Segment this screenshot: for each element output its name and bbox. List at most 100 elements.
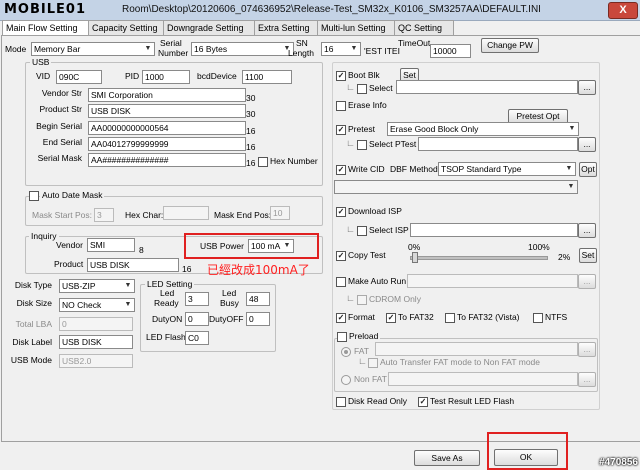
tab-multi-lun-setting[interactable]: Multi-lun Setting <box>317 20 397 35</box>
tab-downgrade-setting[interactable]: Downgrade Setting <box>163 20 257 35</box>
fat-browse-button[interactable]: ... <box>578 342 596 357</box>
disk-size-label: Disk Size <box>16 298 52 308</box>
auto-run-browse-button[interactable]: ... <box>578 274 596 289</box>
mask-start-pos-input[interactable]: 3 <box>94 208 114 222</box>
bcd-device-input[interactable]: 1100 <box>242 70 292 84</box>
serial-mask-label: Serial Mask <box>37 153 82 163</box>
isp-browse-button[interactable]: ... <box>578 223 596 238</box>
inquiry-group-label: Inquiry <box>29 231 59 241</box>
sn-length-select[interactable]: 16 ▼ <box>321 42 361 56</box>
tab-main-flow-setting[interactable]: Main Flow Setting <box>2 20 90 36</box>
pretest-checkbox[interactable]: ✓ <box>336 125 346 135</box>
boot-blk-path-input[interactable] <box>396 80 578 94</box>
watermark: #470856 <box>599 457 638 468</box>
to-fat32-vista-label: To FAT32 (Vista) <box>457 312 520 322</box>
save-as-button[interactable]: Save As <box>414 450 480 466</box>
non-fat-path-input[interactable] <box>388 372 578 386</box>
copy-test-slider-thumb[interactable] <box>412 252 418 263</box>
select-isp-checkbox[interactable] <box>357 226 367 236</box>
to-fat32-vista-checkbox[interactable] <box>445 313 455 323</box>
serial-mask-input[interactable]: AA############## <box>88 153 246 167</box>
vid-label: VID <box>36 71 51 81</box>
disk-read-only-checkbox[interactable] <box>336 397 346 407</box>
led-ready-label-2: Ready <box>154 298 179 308</box>
disk-type-select[interactable]: USB-ZIP ▼ <box>59 279 135 293</box>
write-cid-checkbox[interactable]: ✓ <box>336 165 346 175</box>
duty-on-input[interactable]: 0 <box>185 312 209 326</box>
auto-transfer-checkbox[interactable] <box>368 358 378 368</box>
dbf-method-select[interactable]: TSOP Standard Type ▼ <box>438 162 576 176</box>
boot-blk-browse-button[interactable]: ... <box>578 80 596 95</box>
fat-radio[interactable] <box>341 347 351 357</box>
mobile01-logo: MOBILE01 <box>4 2 86 17</box>
mask-end-pos-input[interactable]: 10 <box>270 206 290 220</box>
preload-checkbox[interactable] <box>337 332 347 342</box>
inquiry-product-input[interactable]: USB DISK <box>87 258 179 272</box>
sn-length-value: 16 <box>324 44 334 54</box>
copy-test-set-button[interactable]: Set <box>579 248 597 263</box>
preload-label: Preload <box>347 331 381 341</box>
mode-select[interactable]: Memory Bar ▼ <box>31 42 155 56</box>
serial-number-label-2: Number <box>158 48 189 58</box>
disk-type-label: Disk Type <box>14 280 52 290</box>
pid-input[interactable]: 1000 <box>142 70 190 84</box>
ntfs-checkbox[interactable] <box>533 313 543 323</box>
change-pw-button[interactable]: Change PW <box>481 38 539 53</box>
erase-info-checkbox[interactable] <box>336 101 346 111</box>
serial-number-select[interactable]: 16 Bytes ▼ <box>191 42 294 56</box>
copy-test-slider[interactable] <box>410 256 548 260</box>
ptest-path-input[interactable] <box>418 137 578 151</box>
make-auto-run-checkbox[interactable] <box>336 277 346 287</box>
select-ptest-checkbox[interactable] <box>357 140 367 150</box>
tab-extra-setting[interactable]: Extra Setting <box>254 20 320 35</box>
make-auto-run-label: Make Auto Run <box>348 276 407 286</box>
boot-blk-checkbox[interactable]: ✓ <box>336 71 346 81</box>
begin-serial-input[interactable]: AA00000000000564 <box>88 121 246 135</box>
vendor-str-input[interactable]: SMI Corporation <box>88 88 246 102</box>
ptest-browse-button[interactable]: ... <box>578 137 596 152</box>
sn-length-label-2: Length <box>288 48 314 58</box>
isp-path-input[interactable] <box>410 223 578 237</box>
led-flash-input[interactable]: C0 <box>185 331 209 345</box>
pid-label: PID <box>125 71 140 81</box>
to-fat32-checkbox[interactable]: ✓ <box>386 313 396 323</box>
select-ptest-label: Select PTest <box>369 139 417 149</box>
usb-mode-input[interactable]: USB2.0 <box>59 354 133 368</box>
product-str-input[interactable]: USB DISK <box>88 104 246 118</box>
tree-elbow-icon: ∟ <box>358 356 367 366</box>
end-serial-input[interactable]: AA04012799999999 <box>88 137 246 151</box>
format-checkbox[interactable]: ✓ <box>336 313 346 323</box>
copy-test-value: 2% <box>558 252 571 262</box>
hex-char-input[interactable] <box>163 206 209 220</box>
inquiry-vendor-input[interactable]: SMI <box>87 238 135 252</box>
duty-off-input[interactable]: 0 <box>246 312 270 326</box>
download-isp-checkbox[interactable]: ✓ <box>336 207 346 217</box>
vid-input[interactable]: 090C <box>56 70 102 84</box>
pretest-mode-select[interactable]: Erase Good Block Only ▼ <box>387 122 579 136</box>
tab-capacity-setting[interactable]: Capacity Setting <box>88 20 166 35</box>
disk-type-value: USB-ZIP <box>62 281 96 291</box>
tab-qc-setting[interactable]: QC Setting <box>394 20 454 35</box>
non-fat-radio[interactable] <box>341 375 351 385</box>
copy-test-checkbox[interactable]: ✓ <box>336 251 346 261</box>
disk-label-input[interactable]: USB DISK <box>59 335 133 349</box>
dbf-secondary-select[interactable]: ▼ <box>334 180 578 194</box>
total-lba-input[interactable]: 0 <box>59 317 133 331</box>
close-button[interactable]: X <box>608 2 638 19</box>
led-busy-input[interactable]: 48 <box>246 292 270 306</box>
format-label: Format <box>348 312 375 322</box>
hex-number-checkbox[interactable] <box>258 157 268 167</box>
disk-size-select[interactable]: NO Check ▼ <box>59 298 135 312</box>
fat-path-input[interactable] <box>375 342 578 356</box>
led-ready-input[interactable]: 3 <box>185 292 209 306</box>
mode-label: Mode <box>5 44 27 54</box>
boot-blk-select-checkbox[interactable] <box>357 84 367 94</box>
dbf-opt-button[interactable]: Opt <box>579 162 597 177</box>
non-fat-browse-button[interactable]: ... <box>578 372 596 387</box>
timeout-input[interactable]: 10000 <box>430 44 471 58</box>
auto-date-mask-checkbox[interactable] <box>29 191 39 201</box>
auto-run-path-input[interactable] <box>407 274 578 288</box>
tree-elbow-icon: ∟ <box>346 224 355 234</box>
test-result-led-checkbox[interactable]: ✓ <box>418 397 428 407</box>
cdrom-only-checkbox[interactable] <box>357 295 367 305</box>
